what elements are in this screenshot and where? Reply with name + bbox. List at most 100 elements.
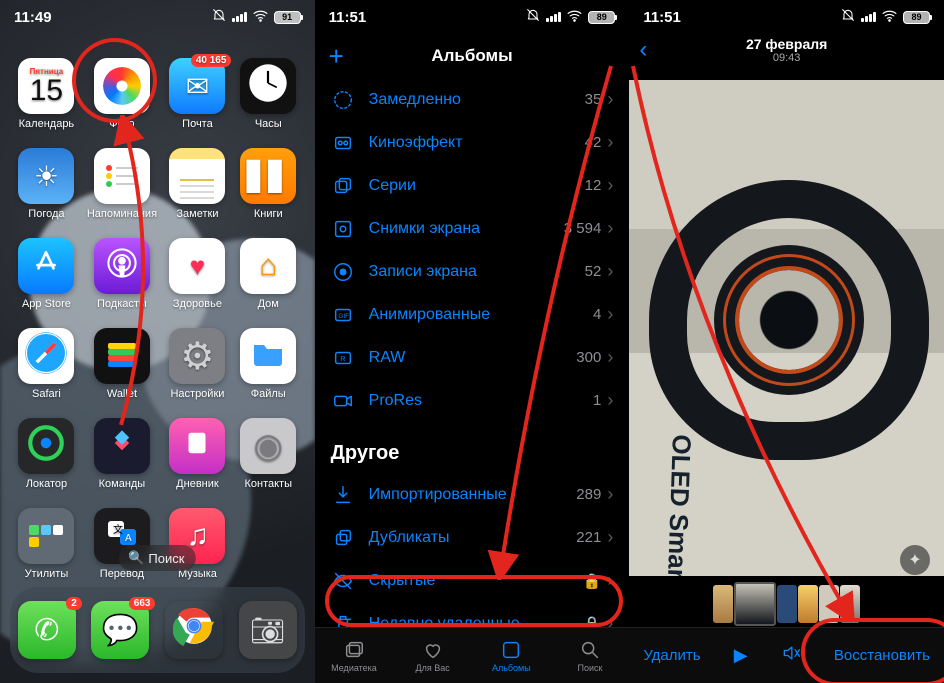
screenshot-icon	[331, 218, 355, 240]
album-count: 3 594	[564, 220, 602, 237]
album-row-animated[interactable]: GIFАнимированные4›	[315, 293, 630, 336]
album-row-import[interactable]: Импортированные289›	[315, 473, 630, 516]
restore-button[interactable]: Восстановить	[834, 647, 930, 664]
prores-icon	[331, 390, 355, 412]
app-safari[interactable]: Safari	[16, 328, 77, 400]
wifi-icon	[252, 7, 269, 28]
add-album-button[interactable]: +	[329, 41, 344, 72]
album-list[interactable]: Замедленно35› Киноэффект42› Серии12› Сни…	[315, 78, 630, 627]
album-row-raw[interactable]: RRAW300›	[315, 336, 630, 379]
thumbnail-strip[interactable]	[629, 581, 944, 627]
chevron-right-icon: ›	[607, 347, 613, 368]
album-row-burst[interactable]: Серии12›	[315, 164, 630, 207]
app-label: Подкасты	[97, 298, 147, 310]
app-label: Дом	[258, 298, 279, 310]
app-clock[interactable]: Часы	[238, 58, 299, 130]
album-row-cinematic[interactable]: Киноэффект42›	[315, 121, 630, 164]
thumb[interactable]	[798, 585, 818, 623]
album-row-hidden[interactable]: Скрытые🔒›	[315, 559, 630, 602]
tab-bar: Медиатека Для Вас Альбомы Поиск	[315, 627, 630, 683]
album-row-prores[interactable]: ProRes1›	[315, 379, 630, 422]
back-button[interactable]: ‹	[639, 36, 647, 64]
tab-foryou[interactable]: Для Вас	[393, 628, 472, 683]
play-icon[interactable]: ▶	[734, 645, 748, 666]
health-icon: ♥︎	[190, 251, 205, 282]
tab-label: Для Вас	[416, 663, 450, 673]
dock-camera[interactable]: 📷︎	[239, 601, 297, 659]
dock-messages[interactable]: 💬663	[91, 601, 149, 659]
thumb[interactable]	[840, 585, 860, 623]
app-utilities-folder[interactable]: Утилиты	[16, 508, 77, 580]
album-row-recently-deleted[interactable]: Недавно удаленные🔒›	[315, 602, 630, 627]
app-appstore[interactable]: App Store	[16, 238, 77, 310]
tab-search[interactable]: Поиск	[551, 628, 630, 683]
app-wallet[interactable]: Wallet	[87, 328, 157, 400]
app-label: Контакты	[244, 478, 292, 490]
album-count: 4	[593, 306, 601, 323]
live-effect-button[interactable]: ✦	[900, 545, 930, 575]
app-photos[interactable]: Фото	[87, 58, 157, 130]
battery-icon: 89	[903, 11, 930, 24]
app-podcasts[interactable]: Подкасты	[87, 238, 157, 310]
bell-slash-icon	[211, 7, 227, 27]
search-icon: 🔍	[128, 550, 144, 566]
photo-viewer[interactable]: OLED Smart Key	[629, 80, 944, 576]
album-count: 289	[576, 486, 601, 503]
app-files[interactable]: Файлы	[238, 328, 299, 400]
home-icon: ⌂	[259, 249, 277, 283]
album-name: Замедленно	[369, 91, 585, 109]
chevron-right-icon: ›	[607, 484, 613, 505]
album-name: Скрытые	[369, 572, 583, 590]
app-weather[interactable]: ☀︎Погода	[16, 148, 77, 220]
app-label: Команды	[99, 478, 146, 490]
folder-icon	[29, 525, 63, 547]
album-row-slowmo[interactable]: Замедленно35›	[315, 78, 630, 121]
app-notes[interactable]: Заметки	[167, 148, 228, 220]
album-row-duplicate[interactable]: Дубликаты221›	[315, 516, 630, 559]
mail-icon: ✉︎	[186, 70, 209, 103]
app-label: Книги	[254, 208, 283, 220]
albums-screen: 11:51 89 + Альбомы Замедленно35› Киноэфф…	[315, 0, 630, 683]
dock-chrome[interactable]	[165, 601, 223, 659]
album-row-screenrec[interactable]: Записи экрана52›	[315, 250, 630, 293]
app-label: Wallet	[107, 388, 137, 400]
app-calendar[interactable]: Пятница15Календарь	[16, 58, 77, 130]
chevron-right-icon: ›	[607, 390, 613, 411]
app-journal[interactable]: Дневник	[167, 418, 228, 490]
raw-icon: R	[331, 347, 355, 369]
badge: 40 165	[191, 54, 232, 67]
chevron-right-icon: ›	[607, 570, 613, 591]
app-reminders[interactable]: Напоминания	[87, 148, 157, 220]
app-contacts[interactable]: ◉Контакты	[238, 418, 299, 490]
album-name: ProRes	[369, 392, 593, 410]
thumb[interactable]	[713, 585, 733, 623]
badge: 663	[129, 597, 156, 610]
cinematic-icon	[331, 132, 355, 154]
bell-slash-icon	[525, 7, 541, 27]
signal-icon	[861, 12, 876, 22]
burst-icon	[331, 175, 355, 197]
battery-icon: 89	[588, 11, 615, 24]
import-icon	[331, 484, 355, 506]
tab-albums[interactable]: Альбомы	[472, 628, 551, 683]
app-settings[interactable]: ⚙︎Настройки	[167, 328, 228, 400]
album-row-screenshot[interactable]: Снимки экрана3 594›	[315, 207, 630, 250]
dock-phone[interactable]: ✆2	[18, 601, 76, 659]
app-label: Заметки	[176, 208, 218, 220]
signal-icon	[232, 12, 247, 22]
app-health[interactable]: ♥︎Здоровье	[167, 238, 228, 310]
app-home[interactable]: ⌂ Дом	[238, 238, 299, 310]
app-shortcuts[interactable]: Команды	[87, 418, 157, 490]
app-findmy[interactable]: Локатор	[16, 418, 77, 490]
tab-library[interactable]: Медиатека	[315, 628, 394, 683]
app-books[interactable]: ▋▋Книги	[238, 148, 299, 220]
app-label: Погода	[28, 208, 64, 220]
delete-button[interactable]: Удалить	[643, 647, 700, 664]
app-mail[interactable]: ✉︎40 165Почта	[167, 58, 228, 130]
spotlight-search[interactable]: 🔍Поиск	[119, 545, 195, 571]
mute-icon[interactable]	[781, 643, 801, 668]
thumb-current[interactable]	[734, 582, 776, 626]
library-icon	[343, 639, 365, 661]
thumb[interactable]	[819, 585, 839, 623]
thumb[interactable]	[777, 585, 797, 623]
